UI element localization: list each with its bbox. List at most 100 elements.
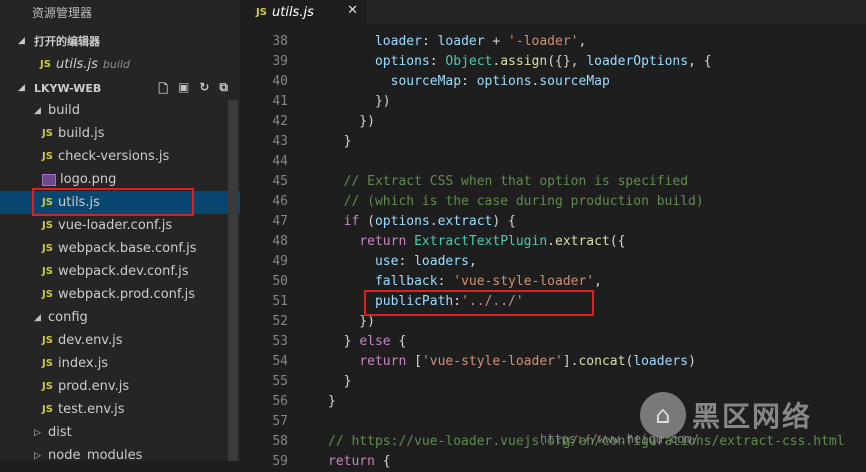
tree-item[interactable]: JS prod.env.js bbox=[0, 375, 240, 398]
tree-item-label: vue-loader.conf.js bbox=[58, 218, 173, 233]
line-number: 50 bbox=[272, 274, 288, 289]
tab-utils-js[interactable]: JS utils.js ✕ bbox=[240, 0, 366, 24]
tree-item[interactable]: JS test.env.js bbox=[0, 398, 240, 421]
code-line: return { bbox=[328, 454, 391, 469]
code-line: return ['vue-style-loader'].concat(loade… bbox=[359, 354, 696, 369]
code-line: options: Object.assign({}, loaderOptions… bbox=[374, 54, 712, 69]
tree-item-label: dev.env.js bbox=[58, 333, 123, 348]
tree-item[interactable]: ◢ build bbox=[0, 99, 240, 122]
line-number: 40 bbox=[272, 74, 288, 89]
explorer-sidebar: 资源管理器 ◢ 打开的编辑器 JS utils.js build ◢ LKYW-… bbox=[0, 0, 240, 461]
code-line: } else { bbox=[328, 334, 407, 349]
tree-item[interactable]: JS webpack.dev.conf.js bbox=[0, 260, 240, 283]
open-editor-filename: utils.js bbox=[56, 57, 98, 72]
line-number: 44 bbox=[272, 154, 288, 169]
js-file-icon: JS bbox=[42, 220, 53, 231]
project-label: LKYW-WEB bbox=[34, 81, 102, 95]
code-line: use: loaders, bbox=[374, 254, 477, 269]
code-line: return ExtractTextPlugin.extract({ bbox=[359, 234, 626, 249]
tree-item[interactable]: ◢ config bbox=[0, 306, 240, 329]
code-line: sourceMap: options.sourceMap bbox=[390, 74, 610, 89]
image-file-icon bbox=[42, 173, 56, 186]
code-line: } bbox=[328, 134, 352, 149]
tree-item[interactable]: JS webpack.base.conf.js bbox=[0, 237, 240, 260]
tree-item[interactable]: ▷ dist bbox=[0, 421, 240, 444]
line-number: 41 bbox=[272, 94, 288, 109]
tree-item[interactable]: ▷ node_modules bbox=[0, 444, 240, 461]
js-file-icon: JS bbox=[42, 381, 53, 392]
js-file-icon: JS bbox=[42, 335, 53, 346]
js-file-icon: JS bbox=[42, 404, 53, 415]
tree-item-label: check-versions.js bbox=[58, 149, 170, 164]
line-number: 38 bbox=[272, 34, 288, 49]
tree-item-label: webpack.prod.conf.js bbox=[58, 287, 196, 302]
tree-item-label: logo.png bbox=[60, 172, 117, 187]
code-line: if (options.extract) { bbox=[343, 214, 516, 229]
line-number: 42 bbox=[272, 114, 288, 129]
tree-item-label: index.js bbox=[58, 356, 109, 371]
code-line: }) bbox=[328, 114, 375, 129]
highlight-box-utils bbox=[32, 188, 194, 216]
tree-item[interactable]: JS build.js bbox=[0, 122, 240, 145]
open-editor-dir: build bbox=[102, 58, 130, 71]
tree-item[interactable]: JS check-versions.js bbox=[0, 145, 240, 168]
collapse-icon[interactable]: ⧉ bbox=[219, 80, 228, 101]
line-number: 54 bbox=[272, 354, 288, 369]
line-number: 56 bbox=[272, 394, 288, 409]
code-line: }) bbox=[328, 94, 391, 109]
js-file-icon: JS bbox=[42, 358, 53, 369]
new-file-icon[interactable]: 🗋 bbox=[158, 80, 168, 101]
tree-item-label: test.env.js bbox=[58, 402, 125, 417]
open-editors-label: 打开的编辑器 bbox=[34, 35, 100, 48]
line-number: 53 bbox=[272, 334, 288, 349]
sidebar-scrollbar[interactable] bbox=[228, 100, 238, 461]
js-file-icon: JS bbox=[42, 266, 53, 277]
code-line: loader: loader + '-loader', bbox=[374, 34, 587, 49]
tree-item[interactable]: JS index.js bbox=[0, 352, 240, 375]
close-icon[interactable]: ✕ bbox=[347, 3, 358, 18]
watermark-url: https://www.heiqu.com/ bbox=[540, 432, 699, 446]
tree-item[interactable]: JS vue-loader.conf.js bbox=[0, 214, 240, 237]
code-line: } bbox=[328, 394, 336, 409]
open-editors-header[interactable]: ◢ 打开的编辑器 bbox=[0, 30, 240, 52]
code-line: // (which is the case during production … bbox=[328, 194, 704, 209]
project-header[interactable]: ◢ LKYW-WEB 🗋 ▣ ↻ ⧉ bbox=[0, 77, 240, 99]
line-number: 46 bbox=[272, 194, 288, 209]
tree-item-label: node_modules bbox=[48, 448, 143, 461]
refresh-icon[interactable]: ↻ bbox=[199, 80, 209, 101]
open-editor-item-utils[interactable]: JS utils.js build bbox=[0, 53, 240, 76]
new-folder-icon[interactable]: ▣ bbox=[178, 80, 189, 101]
tree-item-label: build.js bbox=[58, 126, 105, 141]
line-number: 45 bbox=[272, 174, 288, 189]
highlight-box-publicpath bbox=[364, 290, 594, 316]
chevron-right-icon: ▷ bbox=[34, 427, 41, 438]
js-file-icon: JS bbox=[40, 59, 51, 70]
tree-item-label: dist bbox=[48, 425, 72, 440]
code-line: // Extract CSS when that option is speci… bbox=[328, 174, 689, 189]
line-number: 48 bbox=[272, 234, 288, 249]
tree-item-label: prod.env.js bbox=[58, 379, 130, 394]
tree-item[interactable]: JS webpack.prod.conf.js bbox=[0, 283, 240, 306]
line-number: 59 bbox=[272, 454, 288, 469]
chevron-down-icon: ◢ bbox=[34, 312, 41, 323]
tree-item[interactable]: JS dev.env.js bbox=[0, 329, 240, 352]
code-line: } bbox=[328, 374, 352, 389]
line-number: 43 bbox=[272, 134, 288, 149]
line-number: 51 bbox=[272, 294, 288, 309]
chevron-down-icon: ◢ bbox=[18, 83, 25, 93]
chevron-down-icon: ◢ bbox=[34, 105, 41, 116]
js-file-icon: JS bbox=[256, 6, 267, 18]
line-number: 58 bbox=[272, 434, 288, 449]
line-number: 57 bbox=[272, 414, 288, 429]
line-number: 47 bbox=[272, 214, 288, 229]
line-number: 49 bbox=[272, 254, 288, 269]
tree-item-label: webpack.base.conf.js bbox=[58, 241, 197, 256]
js-file-icon: JS bbox=[42, 289, 53, 300]
explorer-title: 资源管理器 bbox=[32, 6, 93, 20]
js-file-icon: JS bbox=[42, 243, 53, 254]
watermark-text: 黑区网络 bbox=[692, 400, 813, 433]
chevron-down-icon: ◢ bbox=[18, 36, 25, 46]
tree-item-label: webpack.dev.conf.js bbox=[58, 264, 189, 279]
tab-label: utils.js bbox=[272, 4, 314, 20]
chevron-right-icon: ▷ bbox=[34, 450, 41, 461]
